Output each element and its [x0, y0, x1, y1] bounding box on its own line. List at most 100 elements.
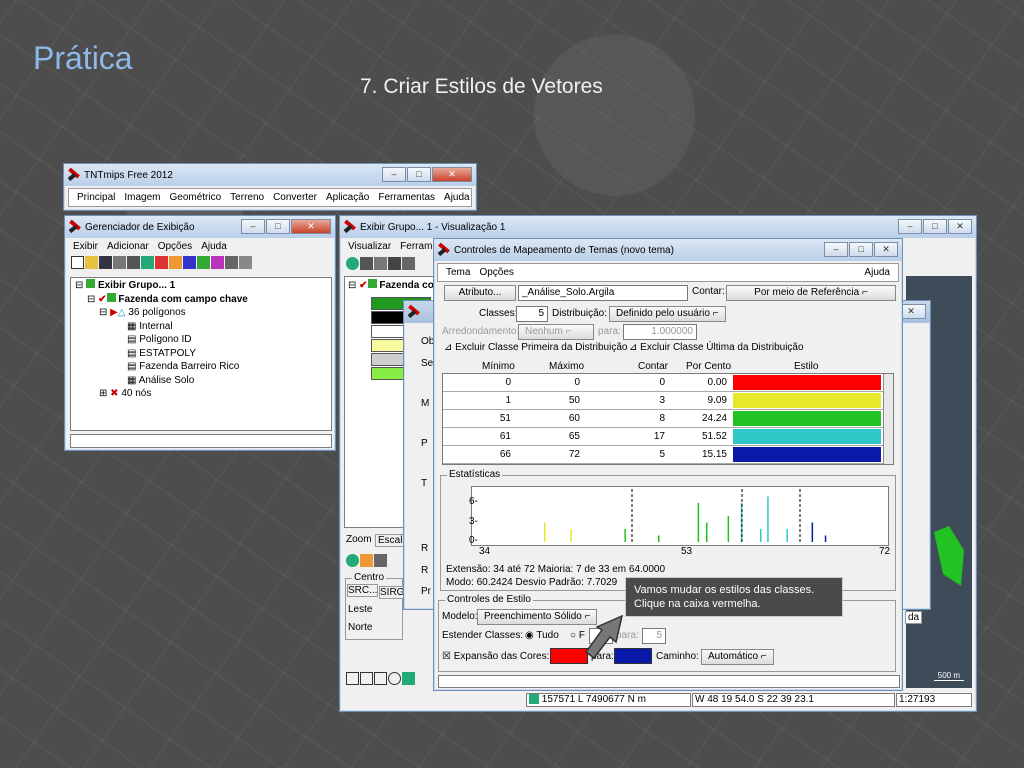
exclude-first-checkbox[interactable]: ⊿ Excluir Classe Primeira da Distribuiçã… — [444, 342, 627, 353]
maximize-button[interactable]: □ — [849, 242, 873, 257]
camera-icon[interactable] — [402, 257, 415, 270]
zoom-tab[interactable]: Zoom — [346, 534, 372, 545]
menu-ajuda[interactable]: Ajuda — [444, 192, 470, 203]
tree-layer[interactable]: ⊟ ✔ Fazenda com campo chave — [75, 292, 327, 307]
save-icon[interactable] — [99, 256, 112, 269]
theme-titlebar[interactable]: Controles de Mapeamento de Temas (novo t… — [434, 239, 902, 261]
class-row[interactable]: 66 72 5 15.15 — [443, 446, 893, 464]
close-button[interactable]: ✕ — [291, 219, 331, 234]
class-row[interactable]: 61 65 17 51.52 — [443, 428, 893, 446]
menu-opcoes[interactable]: Opções — [479, 267, 513, 278]
extend-to-field[interactable]: 5 — [642, 628, 666, 644]
path-dropdown[interactable]: Automático ⌐ — [701, 649, 774, 665]
magnify-icon[interactable] — [388, 672, 401, 685]
shape-icon[interactable] — [183, 256, 196, 269]
class-style-swatch[interactable] — [733, 447, 881, 462]
menu-ajuda[interactable]: Ajuda — [201, 241, 227, 252]
class-style-swatch[interactable] — [733, 375, 881, 390]
fit-icon[interactable] — [402, 672, 415, 685]
main-titlebar[interactable]: TNTmips Free 2012 – □ ✕ — [64, 164, 476, 186]
menu-terreno[interactable]: Terreno — [230, 192, 264, 203]
close-button[interactable]: ✕ — [874, 242, 898, 257]
class-min: 51 — [499, 413, 511, 424]
raster-icon[interactable] — [127, 256, 140, 269]
attribute-button[interactable]: Atributo... — [444, 285, 516, 301]
menu-adicionar[interactable]: Adicionar — [107, 241, 149, 252]
maximize-button[interactable]: □ — [923, 219, 947, 234]
globe-icon[interactable] — [346, 554, 359, 567]
zoom-out-icon[interactable] — [374, 672, 387, 685]
rounding-dropdown[interactable]: Nenhum ⌐ — [518, 324, 594, 340]
menu-geometrico[interactable]: Geométrico — [169, 192, 221, 203]
table-scrollbar[interactable] — [883, 374, 893, 464]
class-style-swatch[interactable] — [733, 429, 881, 444]
class-row[interactable]: 1 50 3 9.09 — [443, 392, 893, 410]
tree-polygons[interactable]: ⊟ ▶△ 36 polígonos — [75, 306, 327, 320]
class-style-swatch[interactable] — [733, 411, 881, 426]
distribution-dropdown[interactable]: Definido pelo usuário ⌐ — [609, 306, 726, 322]
count-dropdown[interactable]: Por meio de Referência ⌐ — [726, 285, 896, 301]
zoom-box-icon[interactable] — [346, 672, 359, 685]
vector-icon[interactable] — [141, 256, 154, 269]
menu-opcoes[interactable]: Opções — [158, 241, 192, 252]
menu-principal[interactable]: Principal — [77, 192, 115, 203]
exclude-last-checkbox[interactable]: ⊿ Excluir Classe Última da Distribuição — [629, 342, 804, 353]
grid-icon[interactable] — [211, 256, 224, 269]
menu-exibir[interactable]: Exibir — [73, 241, 98, 252]
close-button[interactable]: ✕ — [948, 219, 972, 234]
db-icon[interactable] — [197, 256, 210, 269]
slide-title: Prática — [33, 40, 133, 76]
close-button[interactable]: ✕ — [432, 167, 472, 182]
maximize-button[interactable]: □ — [407, 167, 431, 182]
tree-table-polygon-id[interactable]: ▤ Polígono ID — [75, 333, 327, 347]
minimize-button[interactable]: – — [382, 167, 406, 182]
attribute-field[interactable]: _Análise_Solo.Argila — [518, 285, 688, 301]
class-row[interactable]: 0 0 0 0.00 — [443, 374, 893, 392]
menu-converter[interactable]: Converter — [273, 192, 317, 203]
menu-visualizar[interactable]: Visualizar — [348, 241, 391, 252]
edit-icon[interactable] — [374, 554, 387, 567]
new-icon[interactable] — [71, 256, 84, 269]
classes-field[interactable]: 5 — [516, 306, 548, 322]
view-titlebar[interactable]: Exibir Grupo... 1 - Visualização 1 – □ ✕ — [340, 216, 976, 238]
menu-ferramentas[interactable]: Ferram — [400, 241, 432, 252]
redraw-icon[interactable] — [346, 257, 359, 270]
menu-tema[interactable]: Tema — [446, 267, 470, 278]
sirg-button[interactable]: SIRG — [379, 586, 406, 599]
legend-layer[interactable]: ⊟ ✔ Fazenda co — [345, 277, 439, 293]
menu-imagem[interactable]: Imagem — [124, 192, 160, 203]
layer-icon[interactable] — [169, 256, 182, 269]
print-icon[interactable] — [113, 256, 126, 269]
class-row[interactable]: 51 60 8 24.24 — [443, 410, 893, 428]
display-manager-titlebar[interactable]: Gerenciador de Exibição – □ ✕ — [65, 216, 335, 238]
side-label: da — [905, 611, 923, 624]
menu-ajuda[interactable]: Ajuda — [864, 267, 890, 278]
src-button[interactable]: SRC... — [347, 584, 379, 597]
extend-all-radio[interactable]: ◉ Tudo — [525, 630, 559, 641]
tree-group[interactable]: ⊟ Exibir Grupo... 1 — [75, 279, 327, 293]
col-pct: Por Cento — [686, 361, 732, 372]
table-icon[interactable] — [225, 256, 238, 269]
tree-table-fazenda[interactable]: ▤ Fazenda Barreiro Rico — [75, 360, 327, 374]
list-icon[interactable] — [239, 256, 252, 269]
tree-table-analise-solo[interactable]: ▦ Análise Solo — [75, 374, 327, 388]
zoom-in-icon[interactable] — [360, 672, 373, 685]
tools-icon[interactable] — [388, 257, 401, 270]
expand-colors-checkbox[interactable]: ☒ Expansão das Cores: — [442, 651, 549, 662]
layers-icon[interactable] — [360, 554, 373, 567]
rounding-to-field[interactable]: 1.000000 — [623, 324, 697, 340]
cad-icon[interactable] — [155, 256, 168, 269]
menu-ferramentas[interactable]: Ferramentas — [378, 192, 435, 203]
minimize-button[interactable]: – — [824, 242, 848, 257]
tree-table-estatpoly[interactable]: ▤ ESTATPOLY — [75, 347, 327, 361]
open-icon[interactable] — [85, 256, 98, 269]
pan-icon[interactable] — [360, 257, 373, 270]
minimize-button[interactable]: – — [898, 219, 922, 234]
tree-nodes[interactable]: ⊞ ✖ 40 nós — [75, 387, 327, 401]
minimize-button[interactable]: – — [241, 219, 265, 234]
zoom-icon[interactable] — [374, 257, 387, 270]
tree-table-internal[interactable]: ▦ Internal — [75, 320, 327, 334]
maximize-button[interactable]: □ — [266, 219, 290, 234]
menu-aplicacao[interactable]: Aplicação — [326, 192, 369, 203]
class-style-swatch[interactable] — [733, 393, 881, 408]
